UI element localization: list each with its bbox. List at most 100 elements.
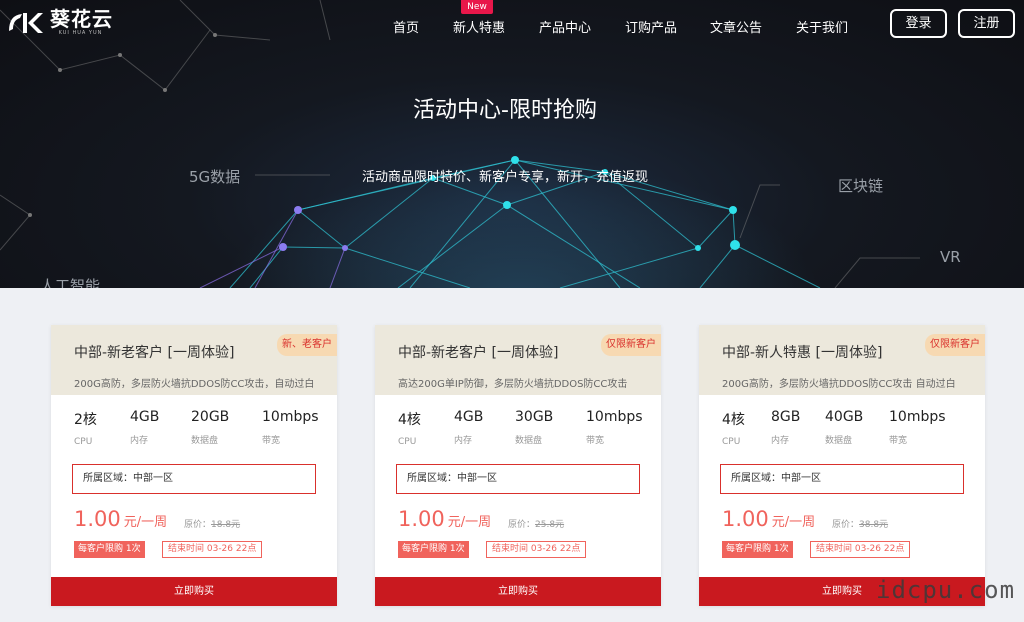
spec-label: 内存 — [771, 436, 790, 446]
spec-label: CPU — [398, 437, 417, 447]
purchase-limit-badge: 每客户限购 1次 — [722, 541, 793, 558]
original-price-label: 原价： — [184, 520, 212, 530]
card-description: 高达200G单IP防御，多层防火墙抗DDOS防CC攻击 — [398, 379, 628, 390]
register-button[interactable]: 注册 — [958, 9, 1015, 38]
price: 1.00 元/一周 — [722, 507, 815, 531]
nav-item-products[interactable]: 产品中心 — [539, 17, 591, 36]
spec-value: 10mbps — [262, 409, 319, 425]
end-time-badge: 结束时间 03-26 22点 — [810, 541, 911, 558]
brand-logo[interactable]: 葵花云 KUI HUA YUN — [6, 7, 113, 36]
original-price-value: 18.8元 — [211, 520, 241, 530]
spec-label: 内存 — [454, 436, 473, 446]
spec-label: 数据盘 — [825, 436, 853, 446]
original-price-value: 38.8元 — [859, 520, 889, 530]
card-description: 200G高防，多层防火墙抗DDOS防CC攻击 自动过白 — [722, 379, 956, 390]
region-label: 所属区域： — [83, 473, 133, 484]
buy-now-button[interactable]: 立即购买 — [51, 577, 337, 606]
hero-title: 活动中心-限时抢购 — [413, 98, 597, 123]
price-value: 1.00 — [74, 507, 121, 531]
card-title: 中部-新老客户 [一周体验] — [398, 345, 559, 361]
spec-disk: 30GB 数据盘 — [515, 409, 553, 446]
spec-value: 8GB — [771, 409, 801, 425]
nav-item-articles[interactable]: 文章公告 — [710, 17, 762, 36]
spec-memory: 4GB 内存 — [130, 409, 159, 446]
top-navigation-bar: 葵花云 KUI HUA YUN 首页 New 新人特惠 产品中心 订购产品 文章… — [0, 0, 1024, 48]
card-title: 中部-新老客户 [一周体验] — [74, 345, 235, 361]
region-label: 所属区域： — [731, 473, 781, 484]
region-label: 所属区域： — [407, 473, 457, 484]
purchase-limit-badge: 每客户限购 1次 — [74, 541, 145, 558]
spec-value: 30GB — [515, 409, 554, 425]
card-header: 中部-新老客户 [一周体验] 新、老客户 200G高防，多层防火墙抗DDOS防C… — [51, 325, 337, 395]
spec-memory: 8GB 内存 — [771, 409, 800, 446]
region-selector[interactable]: 所属区域：中部一区 — [72, 464, 316, 494]
spec-label: 带宽 — [586, 436, 605, 446]
end-time-badge: 结束时间 03-26 22点 — [162, 541, 263, 558]
nav-item-order[interactable]: 订购产品 — [625, 17, 677, 36]
product-card: 中部-新老客户 [一周体验] 仅限新客户 高达200G单IP防御，多层防火墙抗D… — [375, 325, 661, 606]
original-price-label: 原价： — [832, 520, 860, 530]
spec-value: 2核 — [74, 412, 97, 428]
spec-cpu: 4核 CPU — [722, 409, 745, 447]
hero-tag-5g: 5G数据 — [189, 168, 241, 186]
spec-value: 20GB — [191, 409, 230, 425]
price-unit: 元/一周 — [771, 515, 816, 530]
price-value: 1.00 — [398, 507, 445, 531]
price-value: 1.00 — [722, 507, 769, 531]
nav-item-about[interactable]: 关于我们 — [796, 17, 848, 36]
product-card: 中部-新人特惠 [一周体验] 仅限新客户 200G高防，多层防火墙抗DDOS防C… — [699, 325, 985, 606]
brand-name: 葵花云 — [50, 7, 113, 31]
spec-label: 数据盘 — [515, 436, 543, 446]
hero-tag-vr: VR — [940, 248, 961, 266]
customer-tag-badge: 仅限新客户 — [925, 334, 985, 356]
spec-value: 4GB — [130, 409, 160, 425]
spec-label: 数据盘 — [191, 436, 219, 446]
customer-tag-badge: 新、老客户 — [277, 334, 337, 356]
original-price: 原价：38.8元 — [832, 517, 888, 530]
login-button[interactable]: 登录 — [890, 9, 947, 38]
nav-item-home[interactable]: 首页 — [393, 17, 419, 36]
spec-value: 4核 — [398, 412, 421, 428]
original-price: 原价：18.8元 — [184, 517, 240, 530]
region-selector[interactable]: 所属区域：中部一区 — [720, 464, 964, 494]
region-value: 中部一区 — [781, 473, 821, 484]
hero-banner: 葵花云 KUI HUA YUN 首页 New 新人特惠 产品中心 订购产品 文章… — [0, 0, 1024, 288]
spec-cpu: 4核 CPU — [398, 409, 421, 447]
hero-tag-blockchain: 区块链 — [838, 177, 884, 195]
spec-bandwidth: 10mbps 带宽 — [889, 409, 946, 446]
card-title: 中部-新人特惠 [一周体验] — [722, 345, 883, 361]
card-description: 200G高防，多层防火墙抗DDOS防CC攻击，自动过白 — [74, 379, 315, 390]
price-unit: 元/一周 — [447, 515, 492, 530]
spec-value: 10mbps — [889, 409, 946, 425]
purchase-limit-badge: 每客户限购 1次 — [398, 541, 469, 558]
spec-label: CPU — [74, 437, 93, 447]
spec-disk: 40GB 数据盘 — [825, 409, 863, 446]
card-header: 中部-新老客户 [一周体验] 仅限新客户 高达200G单IP防御，多层防火墙抗D… — [375, 325, 661, 395]
spec-value: 40GB — [825, 409, 864, 425]
spec-value: 4核 — [722, 412, 745, 428]
price: 1.00 元/一周 — [74, 507, 167, 531]
buy-now-button[interactable]: 立即购买 — [375, 577, 661, 606]
price-unit: 元/一周 — [123, 515, 168, 530]
spec-bandwidth: 10mbps 带宽 — [262, 409, 319, 446]
watermark: idcpu.com — [876, 576, 1016, 604]
spec-label: 带宽 — [889, 436, 908, 446]
region-value: 中部一区 — [457, 473, 497, 484]
original-price: 原价：25.8元 — [508, 517, 564, 530]
customer-tag-badge: 仅限新客户 — [601, 334, 661, 356]
original-price-value: 25.8元 — [535, 520, 565, 530]
new-badge: New — [461, 0, 493, 14]
hero-tag-ai: 人工智能 — [40, 277, 101, 288]
spec-disk: 20GB 数据盘 — [191, 409, 229, 446]
spec-cpu: 2核 CPU — [74, 409, 97, 447]
spec-memory: 4GB 内存 — [454, 409, 483, 446]
product-card: 中部-新老客户 [一周体验] 新、老客户 200G高防，多层防火墙抗DDOS防C… — [51, 325, 337, 606]
logo-k-icon — [9, 13, 43, 33]
nav-item-new-user-offers[interactable]: 新人特惠 — [453, 17, 505, 36]
card-header: 中部-新人特惠 [一周体验] 仅限新客户 200G高防，多层防火墙抗DDOS防C… — [699, 325, 985, 395]
spec-label: 内存 — [130, 436, 149, 446]
region-selector[interactable]: 所属区域：中部一区 — [396, 464, 640, 494]
end-time-badge: 结束时间 03-26 22点 — [486, 541, 587, 558]
original-price-label: 原价： — [508, 520, 536, 530]
spec-value: 4GB — [454, 409, 484, 425]
